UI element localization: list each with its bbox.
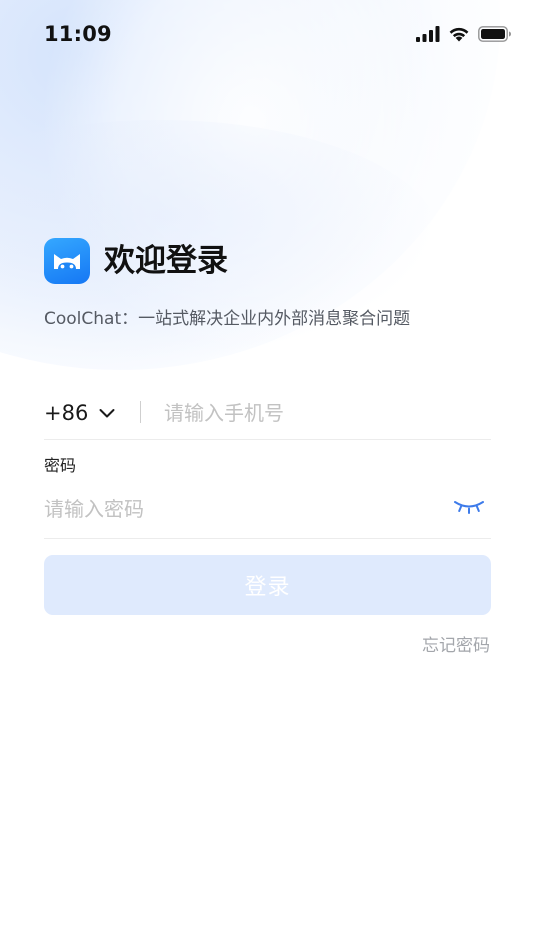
phone-input-row: +86 — [44, 388, 491, 440]
status-bar: 11:09 — [0, 0, 534, 70]
password-label: 密码 — [44, 456, 77, 475]
input-divider — [140, 401, 141, 423]
app-logo — [44, 238, 90, 284]
cat-face-icon — [54, 254, 80, 269]
eye-closed-icon[interactable] — [453, 497, 485, 517]
country-code-selector[interactable]: +86 — [44, 400, 88, 426]
login-button[interactable]: 登录 — [44, 555, 491, 615]
status-time: 11:09 — [44, 22, 112, 46]
wifi-icon — [449, 27, 469, 42]
chevron-down-icon[interactable] — [98, 404, 116, 422]
forgot-password-link[interactable]: 忘记密码 — [422, 634, 490, 658]
password-input-row — [44, 485, 491, 539]
page-title: 欢迎登录 — [104, 243, 228, 279]
background-glow — [0, 0, 534, 950]
phone-number-input[interactable] — [164, 396, 484, 430]
status-icons — [416, 24, 512, 44]
cellular-signal-icon — [416, 26, 440, 42]
battery-icon — [478, 26, 511, 42]
app-subtitle: CoolChat：一站式解决企业内外部消息聚合问题 — [44, 309, 411, 329]
password-input[interactable] — [44, 492, 434, 526]
